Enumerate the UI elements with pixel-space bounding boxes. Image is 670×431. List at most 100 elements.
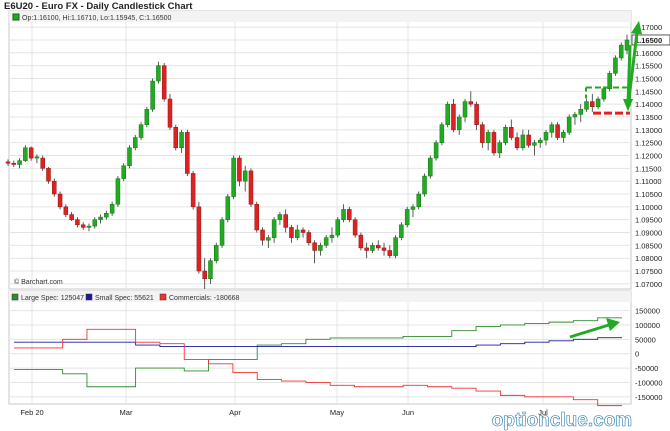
- candle-down: [480, 124, 485, 143]
- candle-up: [138, 124, 144, 138]
- price-tick-label: 1.11500: [635, 164, 662, 173]
- candle-down: [173, 127, 179, 149]
- candle-up: [428, 157, 433, 177]
- month-label: Apr: [229, 408, 241, 417]
- candle-up: [86, 225, 92, 228]
- candle-up: [231, 157, 236, 197]
- candle-up: [318, 245, 323, 251]
- candle-down: [63, 206, 69, 215]
- candle-down: [474, 103, 479, 125]
- price-tick-label: 1.09000: [635, 229, 662, 238]
- cot-tick-label: -150000: [635, 393, 663, 402]
- price-tick-label: 1.12500: [635, 139, 662, 148]
- cot-legend-swatch: [11, 293, 19, 301]
- chart-window: E6U20 - Euro FX - Daily Candlestick Char…: [0, 0, 670, 431]
- candle-down: [491, 132, 497, 154]
- candle-up: [34, 156, 40, 159]
- candle-down: [75, 219, 80, 226]
- candle-up: [242, 170, 248, 182]
- price-tick-label: 1.08000: [635, 254, 662, 263]
- candle-down: [381, 247, 387, 251]
- candle-up: [399, 224, 404, 238]
- candle-down: [468, 101, 474, 105]
- candle-up: [497, 142, 502, 154]
- candle-down: [190, 173, 196, 208]
- price-tick-label: 1.09500: [635, 216, 662, 225]
- candle-down: [312, 242, 317, 251]
- candle-up: [115, 178, 121, 205]
- cot-tick-label: 0: [635, 350, 639, 359]
- candle-up: [23, 147, 28, 161]
- price-tick-label: 1.10000: [635, 203, 662, 212]
- candle-up: [98, 216, 103, 220]
- candle-up: [266, 237, 271, 241]
- cot-legend-label: Large Spec: 125047: [21, 295, 84, 302]
- candle-up: [144, 109, 150, 125]
- candle-up: [613, 57, 618, 74]
- candle-up: [133, 137, 138, 149]
- candle-down: [28, 147, 34, 159]
- cot-tick-label: 150000: [635, 307, 660, 316]
- candle-up: [422, 175, 427, 195]
- price-tick-label: 1.08500: [635, 241, 662, 250]
- cot-tick-label: -50000: [635, 364, 658, 373]
- price-tick-label: 1.12000: [635, 152, 662, 161]
- price-tick-label: 1.14000: [635, 100, 662, 109]
- candle-up: [595, 98, 601, 107]
- candle-down: [300, 229, 306, 233]
- price-tick-label: 1.16000: [635, 49, 662, 58]
- candle-up: [295, 229, 300, 238]
- candle-down: [161, 65, 167, 100]
- candle-down: [260, 229, 265, 241]
- candle-down: [347, 209, 352, 220]
- candle-up: [208, 260, 213, 279]
- cot-tick-label: 100000: [635, 321, 660, 330]
- candle-up: [109, 204, 115, 214]
- candle-up: [277, 214, 283, 220]
- candle-up: [127, 147, 132, 167]
- price-tick-label: 1.13500: [635, 113, 662, 122]
- price-tick-label: 1.10500: [635, 190, 662, 199]
- candle-up: [532, 142, 537, 146]
- candle-down: [196, 206, 202, 272]
- cot-legend-swatch: [85, 293, 93, 301]
- candle-up: [433, 142, 439, 159]
- candle-down: [514, 137, 520, 149]
- candle-up: [607, 73, 612, 89]
- month-label: Jun: [402, 408, 414, 417]
- candle-up: [393, 237, 398, 256]
- price-tick-label: 1.11000: [635, 177, 662, 186]
- candle-up: [179, 132, 184, 149]
- candle-down: [46, 168, 51, 182]
- candle-up: [601, 88, 607, 100]
- price-tick-label: 1.07000: [635, 280, 662, 289]
- candle-down: [283, 214, 288, 228]
- candle-up: [543, 132, 549, 141]
- copyright-text: © Barchart.com: [14, 278, 63, 286]
- candle-up: [404, 209, 410, 226]
- candle-down: [375, 245, 381, 249]
- candle-down: [202, 270, 207, 279]
- cot-legend-label: Commercials: -180668: [169, 295, 240, 302]
- candle-down: [248, 170, 254, 205]
- candle-up: [370, 245, 375, 251]
- candle-down: [167, 98, 173, 128]
- price-tick-label: 1.15000: [635, 74, 662, 83]
- candle-down: [237, 157, 242, 182]
- candle-up: [572, 114, 578, 118]
- candle-up: [335, 219, 340, 236]
- month-label: Feb 20: [20, 408, 43, 417]
- candle-up: [462, 101, 468, 118]
- candle-down: [352, 219, 358, 236]
- candle-down: [451, 103, 456, 131]
- candle-up: [549, 124, 555, 133]
- candle-down: [590, 101, 595, 107]
- candle-up: [566, 116, 572, 133]
- candle-up: [150, 80, 155, 110]
- candle-up: [503, 127, 508, 143]
- price-tick-label: 1.13000: [635, 126, 662, 135]
- price-tick-label: 1.14500: [635, 87, 662, 96]
- chart-canvas: 1.170001.165001.160001.155001.150001.145…: [5, 10, 670, 431]
- candle-up: [416, 193, 421, 208]
- watermark-text: optionclue.com: [492, 410, 632, 431]
